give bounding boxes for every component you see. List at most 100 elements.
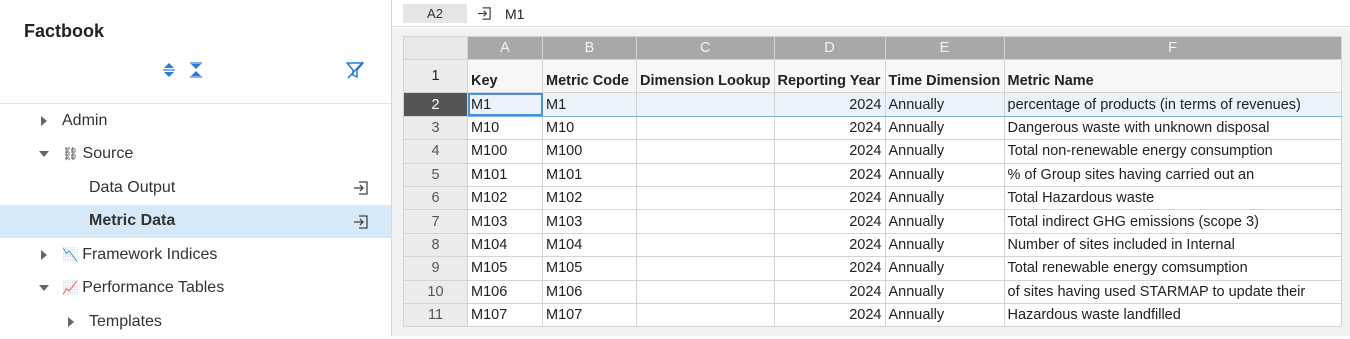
tree-item-source[interactable]: ⛓ Source <box>0 138 391 172</box>
cell-key[interactable]: M101 <box>467 162 543 187</box>
row-number[interactable]: 7 <box>403 209 468 234</box>
cell-metric-code[interactable]: M102 <box>542 185 637 211</box>
cell-metric-name[interactable]: Total non-renewable energy consumption <box>1003 139 1342 164</box>
cell-metric-code[interactable]: M103 <box>542 209 637 234</box>
formula-input[interactable]: M1 <box>505 6 524 22</box>
tree-item-data-output[interactable]: Data Output <box>0 171 391 205</box>
cell-dimension-lookup[interactable] <box>636 279 775 304</box>
cell-reporting-year[interactable]: 2024 <box>773 139 886 164</box>
caret-right-icon[interactable] <box>38 249 50 261</box>
cell-time-dimension[interactable]: Annually <box>884 139 1005 164</box>
cell-metric-code[interactable]: M107 <box>542 302 637 328</box>
row-number[interactable]: 2 <box>403 92 468 117</box>
header-cell-dimension-lookup[interactable]: Dimension Lookup <box>636 59 775 94</box>
tree-item-admin[interactable]: Admin <box>0 104 391 138</box>
clear-filter-icon[interactable] <box>345 60 365 80</box>
row-number[interactable]: 5 <box>403 162 468 187</box>
cell-metric-code[interactable]: M104 <box>542 232 637 258</box>
cell-dimension-lookup[interactable] <box>636 232 775 258</box>
cell-time-dimension[interactable]: Annually <box>884 162 1005 187</box>
row-number[interactable]: 1 <box>403 59 468 94</box>
cell-time-dimension[interactable]: Annually <box>884 92 1005 117</box>
cell-metric-code[interactable]: M105 <box>542 256 637 281</box>
cell-dimension-lookup[interactable] <box>636 302 775 328</box>
cell-key[interactable]: M10 <box>467 115 543 141</box>
header-cell-reporting-year[interactable]: Reporting Year <box>773 59 886 94</box>
cell-reporting-year[interactable]: 2024 <box>773 162 886 187</box>
header-cell-time-dimension[interactable]: Time Dimension <box>884 59 1005 94</box>
cell-metric-name[interactable]: Hazardous waste landfilled <box>1003 302 1342 328</box>
row-number[interactable]: 6 <box>403 185 468 211</box>
cell-dimension-lookup[interactable] <box>636 209 775 234</box>
cell-metric-code[interactable]: M101 <box>542 162 637 187</box>
column-header-b[interactable]: B <box>542 35 637 61</box>
cell-key[interactable]: M107 <box>467 302 543 328</box>
cell-dimension-lookup[interactable] <box>636 115 775 141</box>
cell-metric-name[interactable]: Total indirect GHG emissions (scope 3) <box>1003 209 1342 234</box>
cell-metric-name[interactable]: of sites having used STARMAP to update t… <box>1003 279 1342 304</box>
cell-dimension-lookup[interactable] <box>636 162 775 187</box>
cell-key[interactable]: M102 <box>467 185 543 211</box>
column-header-a[interactable]: A <box>467 35 543 61</box>
caret-right-icon[interactable] <box>65 316 77 328</box>
cell-time-dimension[interactable]: Annually <box>884 115 1005 141</box>
cell-metric-code[interactable]: M1 <box>542 92 637 117</box>
cell-link-icon[interactable] <box>477 6 492 21</box>
cell-key[interactable]: M100 <box>467 139 543 164</box>
cell-key[interactable]: M106 <box>467 279 543 304</box>
row-number[interactable]: 9 <box>403 256 468 281</box>
cell-time-dimension[interactable]: Annually <box>884 256 1005 281</box>
caret-down-icon[interactable] <box>38 282 50 294</box>
cell-time-dimension[interactable]: Annually <box>884 279 1005 304</box>
cell-dimension-lookup[interactable] <box>636 185 775 211</box>
collapse-all-icon[interactable] <box>188 60 204 80</box>
caret-down-icon[interactable] <box>38 148 50 160</box>
cell-time-dimension[interactable]: Annually <box>884 185 1005 211</box>
column-header-d[interactable]: D <box>773 35 886 61</box>
cell-metric-name[interactable]: Total renewable energy comsumption <box>1003 256 1342 281</box>
cell-key[interactable]: M105 <box>467 256 543 281</box>
header-cell-metric-name[interactable]: Metric Name <box>1003 59 1342 94</box>
row-number[interactable]: 10 <box>403 279 468 304</box>
cell-reporting-year[interactable]: 2024 <box>773 232 886 258</box>
expand-all-icon[interactable] <box>161 60 177 80</box>
grid-corner[interactable] <box>403 35 468 61</box>
cell-key[interactable]: M104 <box>467 232 543 258</box>
cell-reporting-year[interactable]: 2024 <box>773 279 886 304</box>
column-header-c[interactable]: C <box>636 35 775 61</box>
row-number[interactable]: 3 <box>403 115 468 141</box>
tree-item-metric-data[interactable]: Metric Data <box>0 204 391 238</box>
cell-time-dimension[interactable]: Annually <box>884 302 1005 328</box>
tree-item-templates[interactable]: Templates <box>0 305 391 339</box>
cell-reporting-year[interactable]: 2024 <box>773 209 886 234</box>
cell-key[interactable]: M1 <box>467 92 543 117</box>
caret-right-icon[interactable] <box>38 115 50 127</box>
cell-dimension-lookup[interactable] <box>636 139 775 164</box>
cell-reporting-year[interactable]: 2024 <box>773 115 886 141</box>
row-number[interactable]: 8 <box>403 232 468 258</box>
open-icon[interactable] <box>353 214 369 230</box>
cell-metric-name[interactable]: Number of sites included in Internal <box>1003 232 1342 258</box>
cell-reference-box[interactable]: A2 <box>403 4 467 23</box>
header-cell-key[interactable]: Key <box>467 59 543 94</box>
row-number[interactable]: 11 <box>403 302 468 328</box>
cell-time-dimension[interactable]: Annually <box>884 209 1005 234</box>
column-header-f[interactable]: F <box>1003 35 1342 61</box>
open-icon[interactable] <box>353 180 369 196</box>
cell-metric-name[interactable]: Dangerous waste with unknown disposal <box>1003 115 1342 141</box>
cell-time-dimension[interactable]: Annually <box>884 232 1005 258</box>
column-header-e[interactable]: E <box>884 35 1005 61</box>
cell-reporting-year[interactable]: 2024 <box>773 256 886 281</box>
cell-metric-name[interactable]: % of Group sites having carried out an <box>1003 162 1342 187</box>
row-number[interactable]: 4 <box>403 139 468 164</box>
tree-item-framework-indices[interactable]: 📉 Framework Indices <box>0 238 391 272</box>
tree-item-performance-tables[interactable]: 📈 Performance Tables <box>0 272 391 306</box>
cell-metric-code[interactable]: M100 <box>542 139 637 164</box>
header-cell-metric-code[interactable]: Metric Code <box>542 59 637 94</box>
cell-metric-name[interactable]: percentage of products (in terms of reve… <box>1003 92 1342 117</box>
cell-metric-code[interactable]: M106 <box>542 279 637 304</box>
cell-reporting-year[interactable]: 2024 <box>773 92 886 117</box>
cell-reporting-year[interactable]: 2024 <box>773 302 886 328</box>
cell-dimension-lookup[interactable] <box>636 92 775 117</box>
cell-metric-name[interactable]: Total Hazardous waste <box>1003 185 1342 211</box>
